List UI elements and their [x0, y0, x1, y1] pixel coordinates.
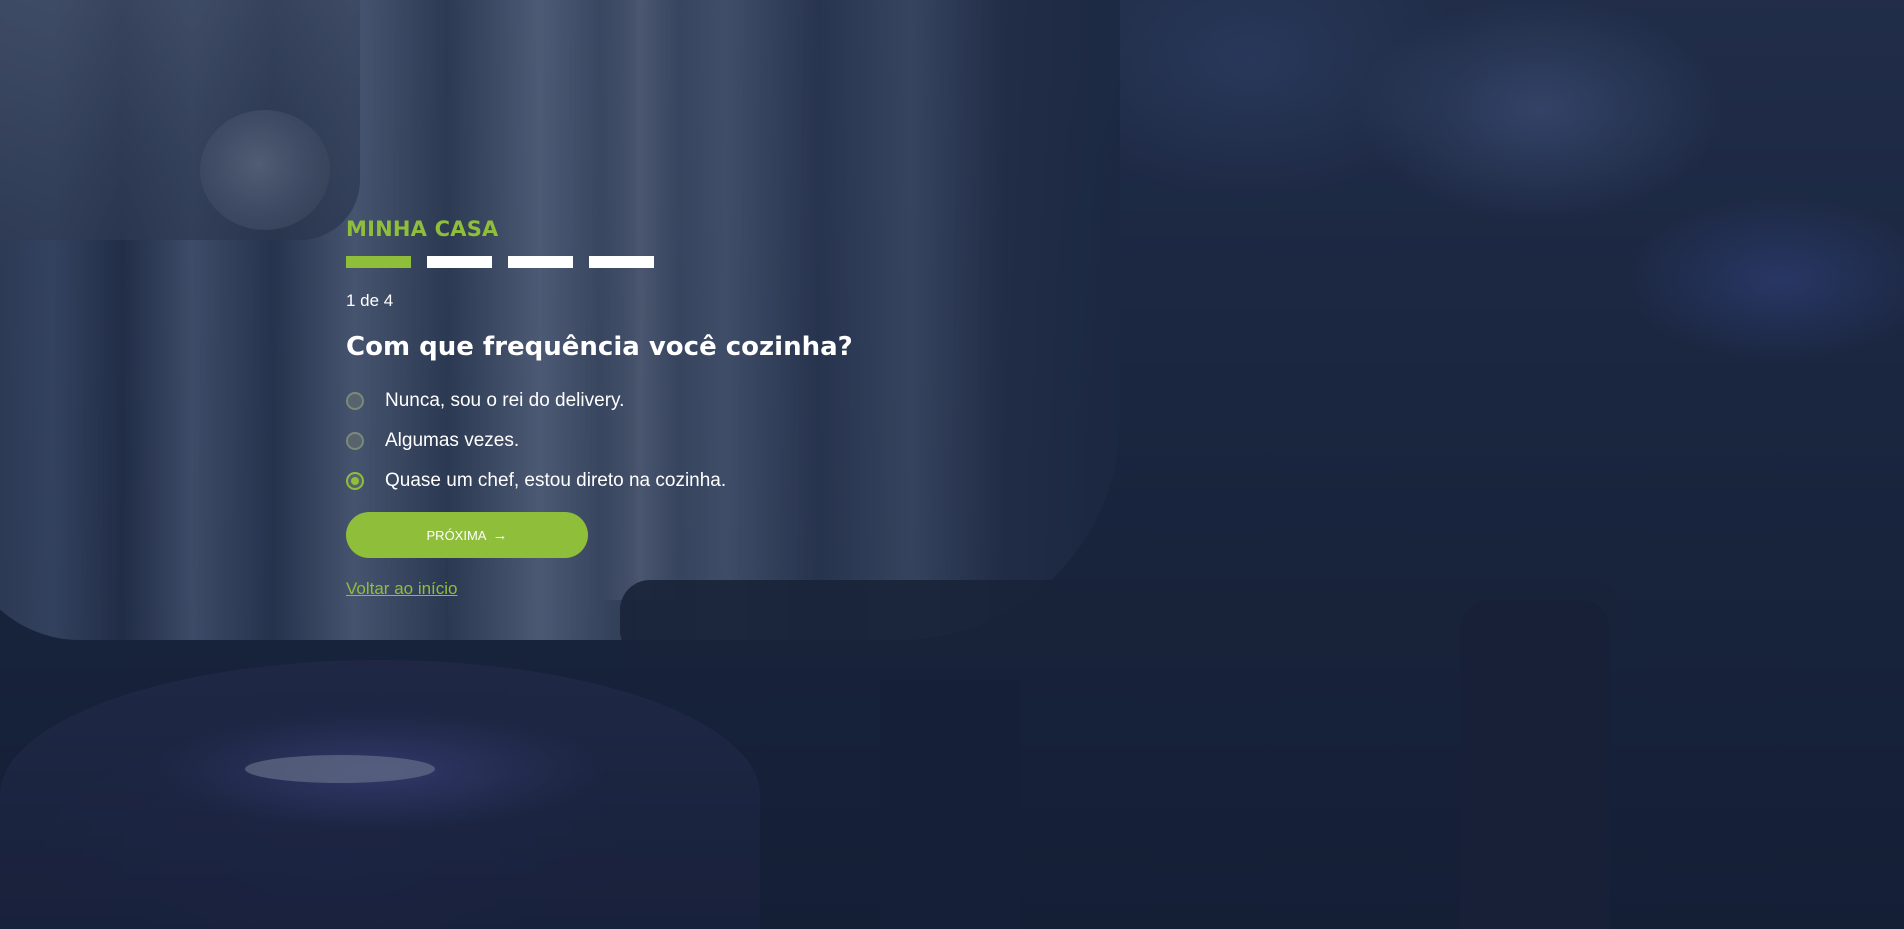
answer-options: Nunca, sou o rei do delivery. Algumas ve… — [346, 381, 906, 501]
progress-step-4 — [589, 256, 654, 268]
answer-option-never[interactable]: Nunca, sou o rei do delivery. — [346, 381, 906, 421]
radio-button[interactable] — [346, 432, 364, 451]
background-overlay — [0, 0, 1904, 929]
next-button-label: PRÓXIMA — [426, 527, 487, 543]
next-button[interactable]: PRÓXIMA → — [346, 512, 588, 559]
question-title: Com que frequência você cozinha? — [346, 332, 853, 362]
answer-option-label: Algumas vezes. — [385, 430, 520, 452]
quiz-panel: MINHA CASA 1 de 4 Com que frequência voc… — [346, 214, 906, 599]
arrow-right-icon: → — [492, 526, 508, 544]
quiz-category-title: MINHA CASA — [346, 217, 499, 241]
answer-option-label: Quase um chef, estou direto na cozinha. — [385, 470, 727, 492]
answer-option-chef[interactable]: Quase um chef, estou direto na cozinha. — [346, 461, 906, 501]
answer-option-sometimes[interactable]: Algumas vezes. — [346, 421, 906, 461]
progress-step-3 — [508, 256, 573, 268]
step-counter: 1 de 4 — [346, 291, 394, 310]
radio-button-selected[interactable] — [346, 472, 364, 491]
back-to-start-link[interactable]: Voltar ao início — [346, 579, 458, 599]
answer-option-label: Nunca, sou o rei do delivery. — [385, 390, 625, 412]
radio-button[interactable] — [346, 392, 364, 411]
progress-step-2 — [427, 256, 492, 268]
progress-step-1 — [346, 256, 411, 268]
progress-steps — [346, 256, 906, 268]
